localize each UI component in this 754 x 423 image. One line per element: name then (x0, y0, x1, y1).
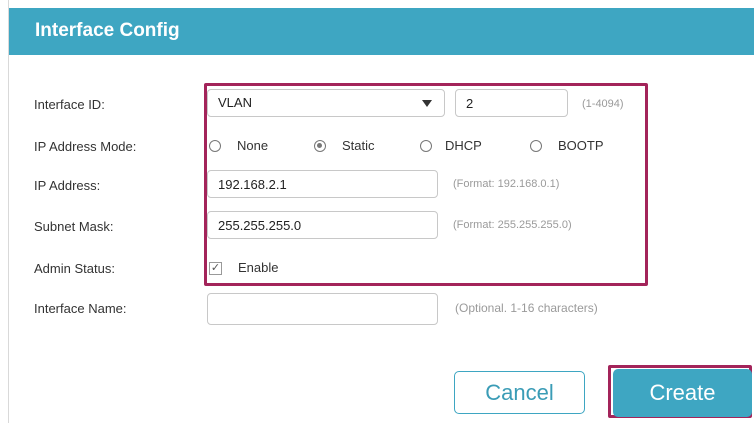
ip-mode-label: IP Address Mode: (34, 139, 137, 154)
interface-name-input[interactable] (207, 293, 438, 325)
interface-name-label: Interface Name: (34, 301, 127, 316)
config-highlight-box (204, 83, 648, 286)
cancel-button[interactable]: Cancel (454, 371, 585, 414)
dialog-title: Interface Config (35, 20, 180, 41)
dialog-titlebar: Interface Config (9, 8, 754, 55)
interface-name-hint: (Optional. 1-16 characters) (455, 301, 598, 315)
interface-config-dialog: Interface Config Interface ID: VLAN (1-4… (8, 0, 754, 423)
create-button[interactable]: Create (613, 369, 752, 417)
ip-address-label: IP Address: (34, 178, 101, 193)
subnet-mask-label: Subnet Mask: (34, 219, 114, 234)
interface-id-label: Interface ID: (34, 97, 105, 112)
admin-status-label: Admin Status: (34, 261, 115, 276)
